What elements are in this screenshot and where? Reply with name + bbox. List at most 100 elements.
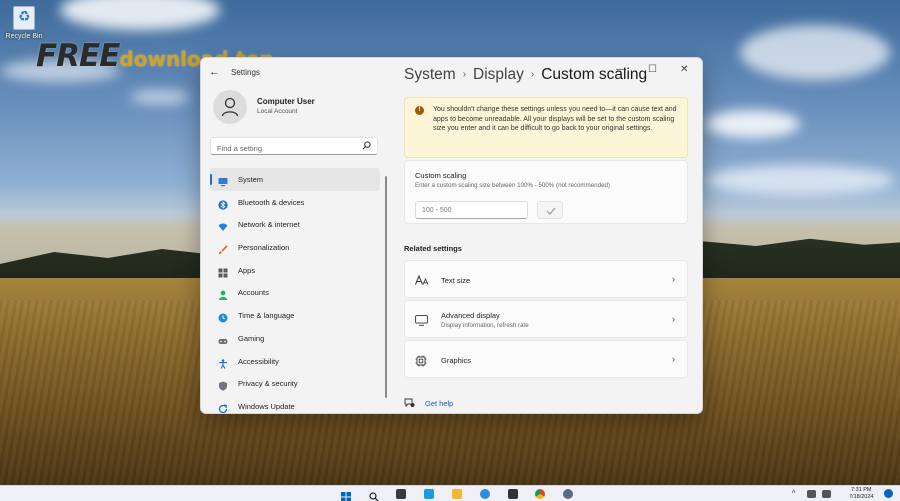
sidebar-item-gaming[interactable]: Gaming <box>210 327 380 350</box>
related-item-title: Text size <box>441 276 471 285</box>
gamepad-icon <box>218 333 228 344</box>
volume-icon[interactable] <box>822 490 831 498</box>
search-input[interactable] <box>211 140 351 157</box>
related-item-title: Graphics <box>441 356 472 365</box>
sidebar-item-system[interactable]: System <box>210 168 380 191</box>
related-settings-heading: Related settings <box>404 244 462 253</box>
avatar <box>213 90 247 124</box>
monitor-icon <box>415 315 428 326</box>
desktop-icon-recycle-bin[interactable]: Recycle Bin <box>4 6 44 40</box>
check-icon <box>546 207 556 215</box>
globe-clock-icon <box>218 310 228 323</box>
widgets-icon[interactable] <box>424 489 434 499</box>
taskbar: ^ 7:31 PM 7/18/2024 <box>0 485 900 501</box>
sidebar-item-label: Personalization <box>238 243 290 253</box>
apps-icon <box>218 265 228 278</box>
chrome-browser-icon[interactable] <box>535 489 545 499</box>
clock-date[interactable]: 7/18/2024 <box>849 494 873 500</box>
person-icon <box>221 97 239 117</box>
sidebar-item-label: Apps <box>238 265 256 275</box>
cloud <box>60 0 220 30</box>
cloud <box>705 110 800 138</box>
get-help-label: Get help <box>425 399 454 408</box>
sidebar-scrollbar[interactable] <box>385 176 387 398</box>
sidebar-nav: System Bluetooth & devices Network & inter… <box>210 168 380 413</box>
custom-scaling-subtitle: Enter a custom scaling size between 100%… <box>415 182 611 189</box>
custom-scaling-input[interactable] <box>415 201 528 219</box>
tray-chevron-up-icon[interactable]: ^ <box>792 490 795 497</box>
cloud <box>130 90 190 104</box>
sidebar-item-bluetooth-devices[interactable]: Bluetooth & devices <box>210 191 380 214</box>
custom-scaling-card: Custom scaling Enter a custom scaling si… <box>404 160 688 224</box>
related-item-graphics[interactable]: Graphics › <box>404 340 688 378</box>
maximize-button[interactable]: ☐ <box>648 64 657 75</box>
breadcrumb-item[interactable]: Display <box>473 66 524 83</box>
edge-browser-icon[interactable] <box>480 489 490 499</box>
related-item-advanced-display[interactable]: Advanced display Display information, re… <box>404 300 688 338</box>
windows-logo-icon <box>341 492 351 501</box>
bluetooth-icon <box>218 197 228 210</box>
file-explorer-icon[interactable] <box>452 489 462 499</box>
task-view-icon[interactable] <box>396 489 406 499</box>
back-button[interactable]: ← <box>209 66 220 78</box>
sidebar-item-label: Privacy & security <box>238 379 298 389</box>
monitor-icon <box>218 174 228 187</box>
sidebar-item-time-language[interactable]: Time & language <box>210 304 380 327</box>
store-icon[interactable] <box>508 489 518 499</box>
app-title: Settings <box>231 68 260 77</box>
sidebar-item-label: System <box>238 175 264 184</box>
related-item-title: Advanced display <box>441 311 500 320</box>
sidebar-item-label: Accounts <box>238 288 269 298</box>
graphics-chip-icon <box>415 355 427 367</box>
start-button[interactable] <box>341 489 351 501</box>
network-icon[interactable] <box>807 490 816 498</box>
accessibility-icon <box>218 356 228 369</box>
sidebar-item-accounts[interactable]: Accounts <box>210 281 380 304</box>
help-chat-icon <box>404 398 415 408</box>
sidebar-item-label: Network & internet <box>238 220 300 230</box>
recycle-bin-icon <box>13 6 35 30</box>
wifi-icon <box>218 219 228 232</box>
sidebar-item-privacy-security[interactable]: Privacy & security <box>210 372 380 395</box>
person-icon <box>218 287 228 301</box>
sidebar-item-label: Bluetooth & devices <box>238 197 305 207</box>
clock-time[interactable]: 7:31 PM <box>851 487 871 493</box>
settings-gear-icon[interactable] <box>563 489 573 499</box>
notification-icon[interactable] <box>884 489 893 498</box>
sidebar-item-label: Time & language <box>238 311 295 321</box>
chevron-right-icon: › <box>672 314 675 324</box>
search-icon[interactable] <box>362 141 371 150</box>
apply-scaling-button[interactable] <box>537 201 563 219</box>
sidebar-item-label: Gaming <box>238 333 265 343</box>
shield-icon <box>218 378 228 391</box>
settings-window: ← Settings — ☐ ✕ Computer User Local Acc… <box>200 57 703 414</box>
breadcrumb-item[interactable]: System <box>404 66 456 83</box>
sidebar-item-windows-update[interactable]: Windows Update <box>210 395 380 413</box>
cloud <box>705 165 895 195</box>
chevron-right-icon: › <box>672 274 675 284</box>
chevron-right-icon: › <box>530 69 535 80</box>
update-icon <box>218 401 228 413</box>
close-button[interactable]: ✕ <box>680 64 688 75</box>
text-size-icon <box>415 275 429 285</box>
sidebar-item-network-internet[interactable]: Network & internet <box>210 213 380 236</box>
info-icon: ! <box>415 106 424 115</box>
related-item-text-size[interactable]: Text size › <box>404 260 688 298</box>
warning-text: You shouldn't change these settings unle… <box>433 106 677 133</box>
warning-banner: ! You shouldn't change these settings un… <box>404 97 688 158</box>
sidebar-item-label: Accessibility <box>238 356 279 366</box>
sidebar-item-accessibility[interactable]: Accessibility <box>210 350 380 373</box>
breadcrumb: System › Display › Custom scaling <box>404 66 647 84</box>
sidebar-item-personalization[interactable]: Personalization <box>210 236 380 259</box>
brush-icon <box>218 242 228 255</box>
sidebar-item-label: Windows Update <box>238 401 295 411</box>
user-name: Computer User <box>257 97 315 106</box>
cloud <box>740 25 890 80</box>
chevron-right-icon: › <box>462 69 467 80</box>
breadcrumb-current: Custom scaling <box>541 66 648 83</box>
account-type: Local Account <box>257 108 298 115</box>
search-box[interactable] <box>210 137 378 157</box>
taskbar-search-icon[interactable] <box>369 489 379 501</box>
chevron-right-icon: › <box>672 354 675 364</box>
sidebar-item-apps[interactable]: Apps <box>210 259 380 282</box>
